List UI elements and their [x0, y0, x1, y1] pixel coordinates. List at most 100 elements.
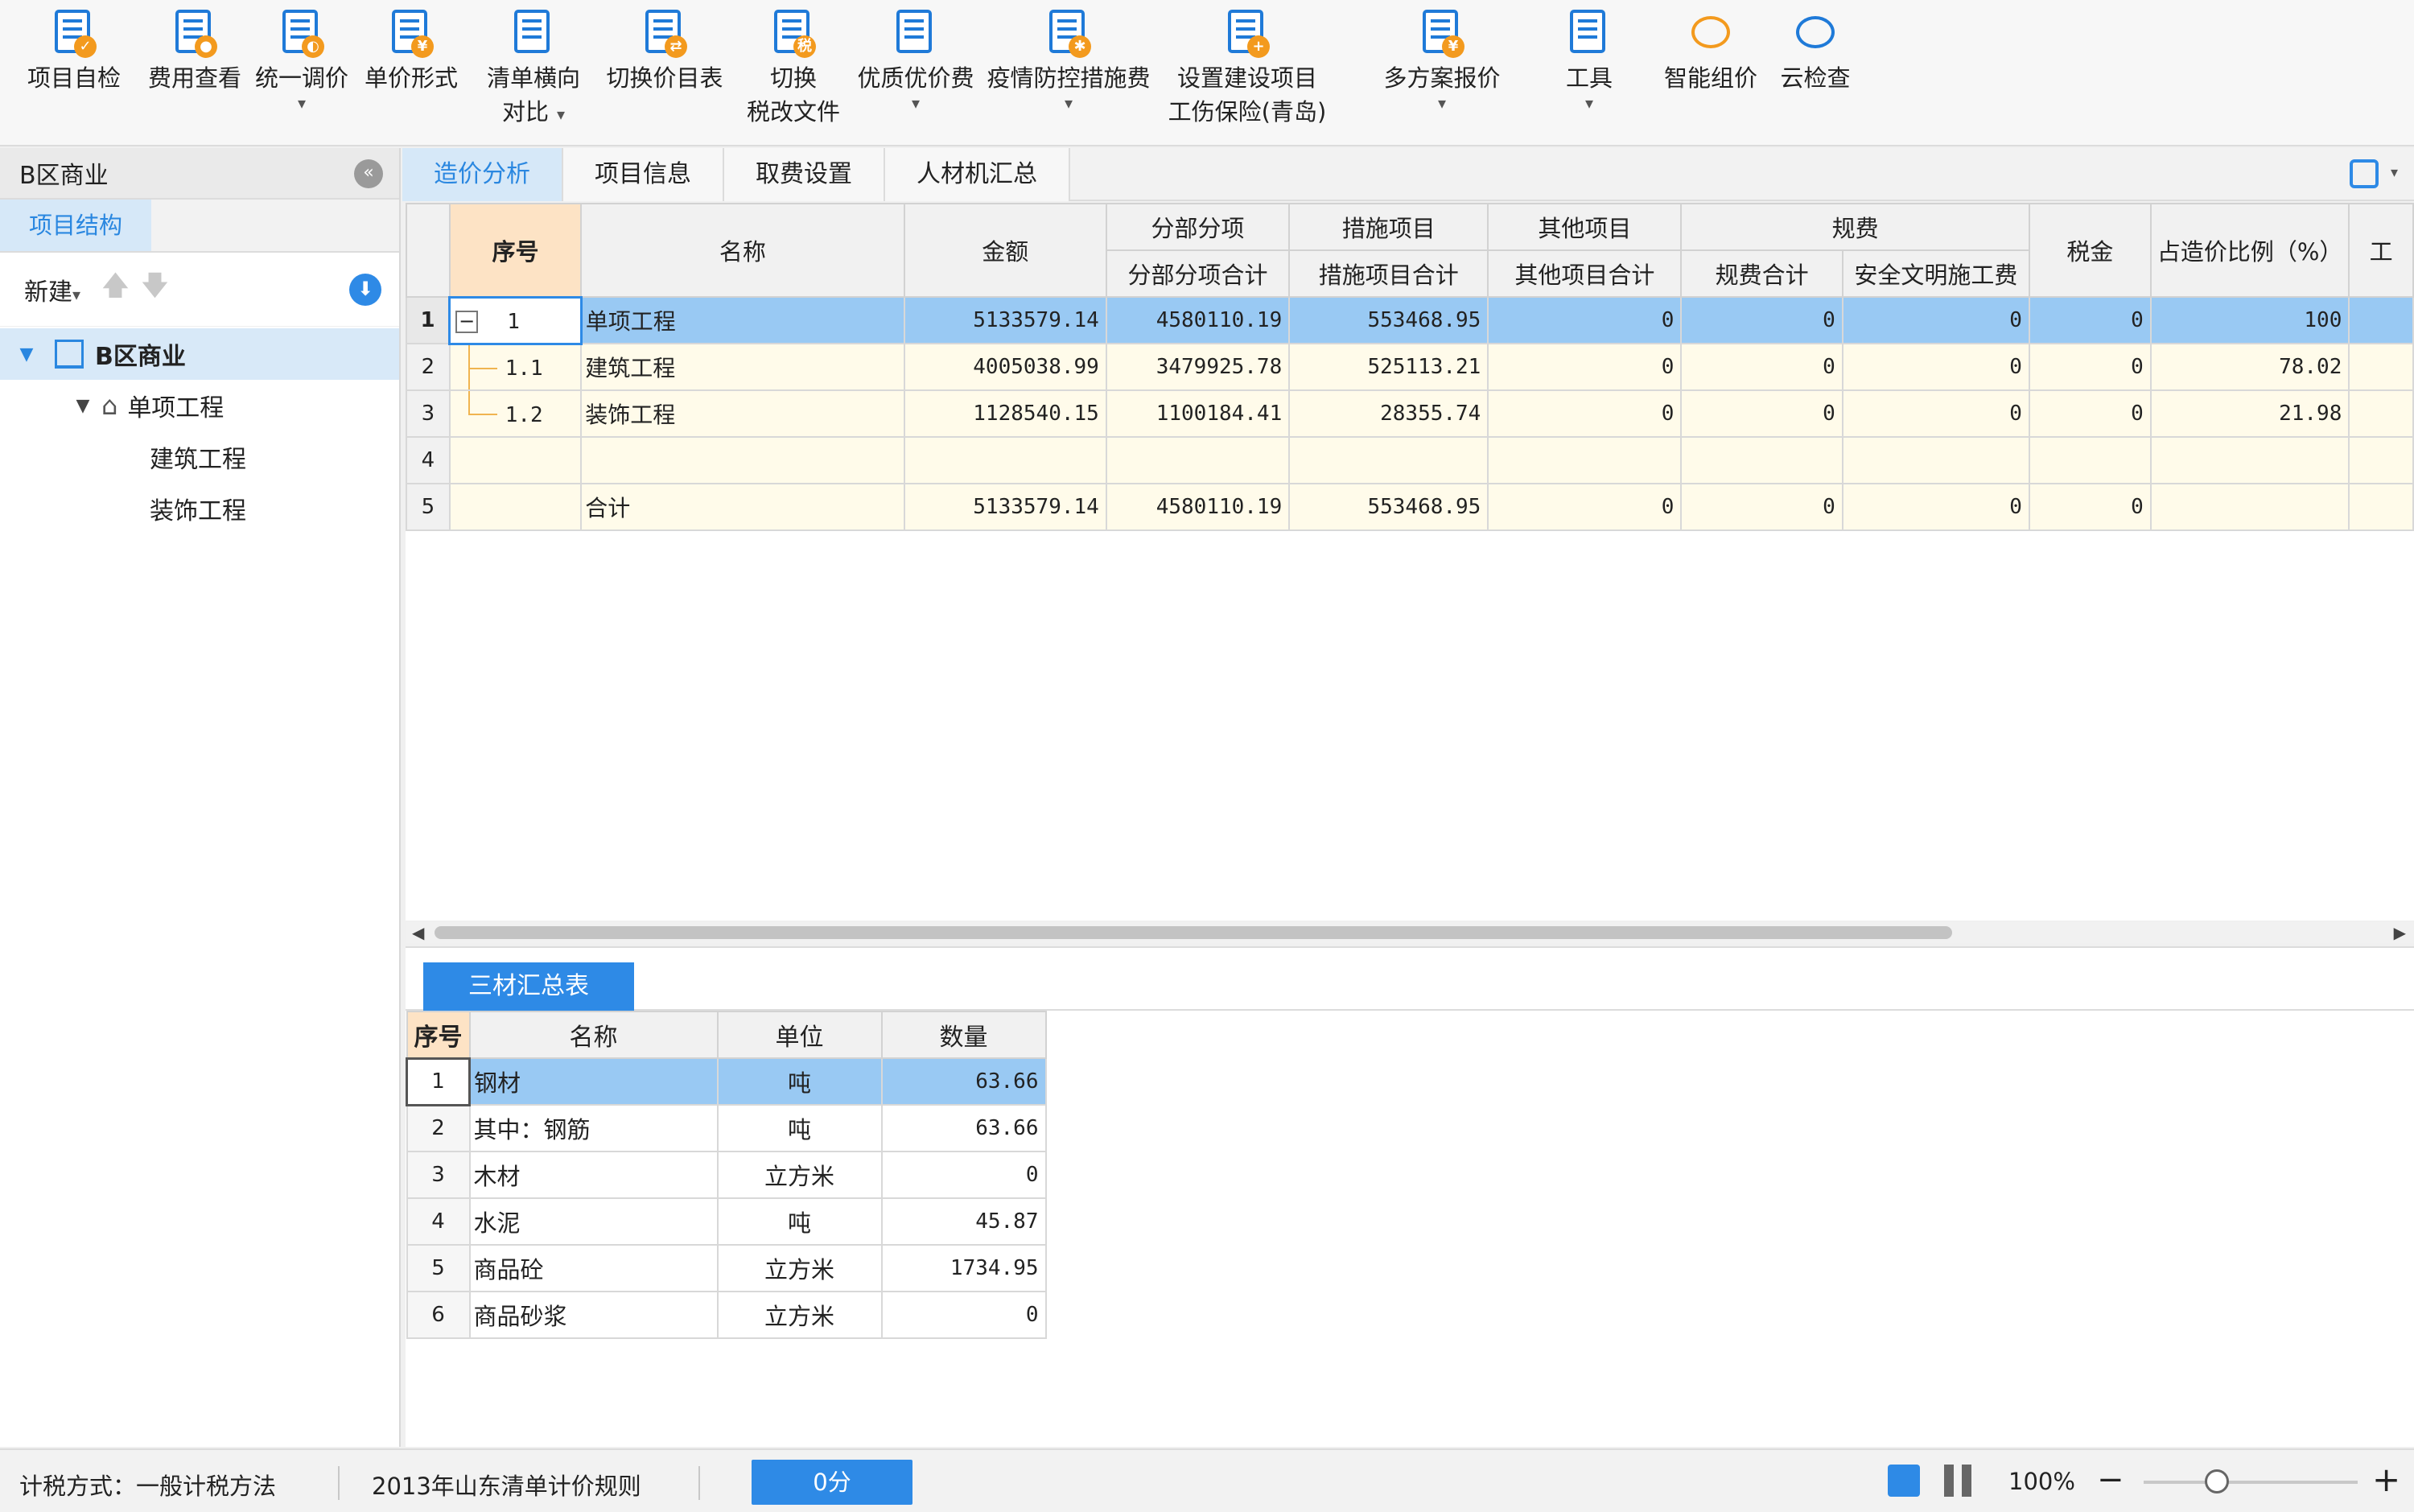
safety-fee-cell[interactable]	[1841, 436, 2030, 484]
name-cell[interactable]: 木材	[468, 1151, 719, 1199]
unit-price-form-button[interactable]: ¥ 单价形式	[359, 8, 463, 95]
name-cell[interactable]: 钢材	[468, 1057, 719, 1106]
name-cell[interactable]: 商品砂浆	[468, 1291, 719, 1339]
import-icon[interactable]: ⬇	[349, 274, 381, 306]
scroll-right-icon[interactable]: ▶	[2394, 922, 2406, 943]
csxm-cell[interactable]	[1288, 436, 1489, 484]
quantity-cell[interactable]: 0	[880, 1151, 1047, 1199]
tax-cell[interactable]: 0	[2028, 389, 2152, 438]
multi-plan-quote-button[interactable]: ¥ 多方案报价 ▾	[1376, 8, 1508, 111]
safety-fee-cell[interactable]: 0	[1841, 296, 2030, 344]
qtxm-cell[interactable]	[1487, 436, 1683, 484]
horizontal-scrollbar[interactable]: ◀ ▶	[406, 922, 2414, 943]
tax-cell[interactable]: 0	[2028, 483, 2152, 531]
caret-down-icon[interactable]: ▼	[13, 344, 40, 365]
qtxm-cell[interactable]: 0	[1487, 483, 1683, 531]
unit-cell[interactable]: 吨	[716, 1057, 883, 1106]
quantity-cell[interactable]: 63.66	[880, 1104, 1047, 1152]
table-row[interactable]: 5 商品砼 立方米 1734.95	[406, 1244, 1047, 1292]
zoom-in-icon[interactable]: +	[2372, 1460, 2400, 1499]
ratio-cell[interactable]: 100	[2149, 296, 2350, 344]
table-row[interactable]: 4 水泥 吨 45.87	[406, 1197, 1047, 1246]
col-header-unit[interactable]: 单位	[716, 1011, 883, 1059]
unit-cell[interactable]: 吨	[716, 1104, 883, 1152]
col-header-tax[interactable]: 税金	[2028, 203, 2152, 298]
col-header-safety-fee[interactable]: 安全文明施工费	[1841, 249, 2030, 298]
quantity-cell[interactable]: 63.66	[880, 1057, 1047, 1106]
quality-price-fee-button[interactable]: 优质优价费 ▾	[853, 8, 978, 111]
tree-item-decoration[interactable]: 装饰工程	[0, 483, 399, 534]
col-header-gf-total[interactable]: 规费合计	[1680, 249, 1843, 298]
qtxm-cell[interactable]: 0	[1487, 389, 1683, 438]
name-cell[interactable]: 商品砼	[468, 1244, 719, 1292]
col-header-seq[interactable]: 序号	[406, 1011, 471, 1059]
gf-cell[interactable]: 0	[1680, 389, 1843, 438]
col-header-amount[interactable]: 金额	[903, 203, 1107, 298]
tree-item-root[interactable]: ▼ B区商业	[0, 328, 399, 380]
unit-cell[interactable]: 立方米	[716, 1244, 883, 1292]
ratio-cell[interactable]: 78.02	[2149, 343, 2350, 391]
csxm-cell[interactable]: 28355.74	[1288, 389, 1489, 438]
col-header-seq[interactable]: 序号	[448, 203, 583, 298]
split-view-icon[interactable]	[1944, 1465, 1971, 1497]
name-cell[interactable]	[580, 436, 905, 484]
cloud-check-button[interactable]: 云检查	[1773, 8, 1857, 95]
gear-icon[interactable]	[2350, 159, 2379, 188]
tax-cell[interactable]: 0	[2028, 296, 2152, 344]
single-view-icon[interactable]	[1888, 1465, 1920, 1497]
collapse-node-icon[interactable]: −	[455, 310, 479, 333]
seq-cell[interactable]	[448, 436, 583, 484]
scroll-left-icon[interactable]: ◀	[412, 922, 424, 943]
scroll-thumb[interactable]	[435, 926, 1952, 939]
extra-cell[interactable]	[2348, 436, 2414, 484]
extra-cell[interactable]	[2348, 343, 2414, 391]
amount-cell[interactable]	[903, 436, 1107, 484]
amount-cell[interactable]: 1128540.15	[903, 389, 1107, 438]
tab-three-materials-summary[interactable]: 三材汇总表	[423, 962, 634, 1011]
quantity-cell[interactable]: 1734.95	[880, 1244, 1047, 1292]
gf-cell[interactable]: 0	[1680, 296, 1843, 344]
move-down-icon[interactable]: 🡇	[141, 266, 169, 312]
amount-cell[interactable]: 5133579.14	[903, 296, 1107, 344]
table-row[interactable]: 2 其中：钢筋 吨 63.66	[406, 1104, 1047, 1152]
new-button[interactable]: 新建▾	[24, 272, 80, 307]
unit-cell[interactable]: 立方米	[716, 1291, 883, 1339]
ratio-cell[interactable]: 21.98	[2149, 389, 2350, 438]
gf-cell[interactable]	[1680, 436, 1843, 484]
table-row-total[interactable]: 5 合计 5133579.14 4580110.19 553468.95 0 0…	[406, 483, 2414, 531]
table-row[interactable]: 3 木材 立方米 0	[406, 1151, 1047, 1199]
name-cell[interactable]: 合计	[580, 483, 905, 531]
score-badge[interactable]: 0分	[752, 1460, 912, 1505]
gf-cell[interactable]: 0	[1680, 483, 1843, 531]
table-row[interactable]: 1 −1 单项工程 5133579.14 4580110.19 553468.9…	[406, 295, 2414, 345]
qtxm-cell[interactable]: 0	[1487, 296, 1683, 344]
csxm-cell[interactable]: 553468.95	[1288, 483, 1489, 531]
gf-cell[interactable]: 0	[1680, 343, 1843, 391]
collapse-icon[interactable]: «	[354, 159, 383, 188]
fbfx-cell[interactable]: 3479925.78	[1105, 343, 1291, 391]
seq-cell[interactable]: −1	[448, 295, 583, 345]
table-row[interactable]: 6 商品砂浆 立方米 0	[406, 1291, 1047, 1339]
name-cell[interactable]: 建筑工程	[580, 343, 905, 391]
table-row[interactable]: 2 1.1 建筑工程 4005038.99 3479925.78 525113.…	[406, 343, 2414, 391]
col-header-fbfx-total[interactable]: 分部分项合计	[1105, 249, 1291, 298]
tab-project-info[interactable]: 项目信息	[563, 148, 724, 201]
extra-cell[interactable]	[2348, 483, 2414, 531]
col-header-name[interactable]: 名称	[580, 203, 905, 298]
seq-cell[interactable]	[448, 483, 583, 531]
caret-down-icon[interactable]: ▼	[69, 396, 97, 416]
col-header-name[interactable]: 名称	[468, 1011, 719, 1059]
tax-cell[interactable]	[2028, 436, 2152, 484]
chevron-down-icon[interactable]: ▾	[2391, 164, 2398, 181]
name-cell[interactable]: 装饰工程	[580, 389, 905, 438]
unit-cell[interactable]: 立方米	[716, 1151, 883, 1199]
zoom-out-icon[interactable]: −	[2097, 1461, 2124, 1498]
fbfx-cell[interactable]: 1100184.41	[1105, 389, 1291, 438]
extra-cell[interactable]	[2348, 389, 2414, 438]
table-row[interactable]: 1 钢材 吨 63.66	[406, 1057, 1047, 1106]
project-self-check-button[interactable]: ✓ 项目自检	[18, 8, 130, 95]
view-cost-button[interactable]: ● 费用查看	[138, 8, 251, 95]
switch-price-table-button[interactable]: ⇄ 切换价目表	[602, 8, 727, 95]
safety-fee-cell[interactable]: 0	[1841, 483, 2030, 531]
col-header-quantity[interactable]: 数量	[880, 1011, 1047, 1059]
